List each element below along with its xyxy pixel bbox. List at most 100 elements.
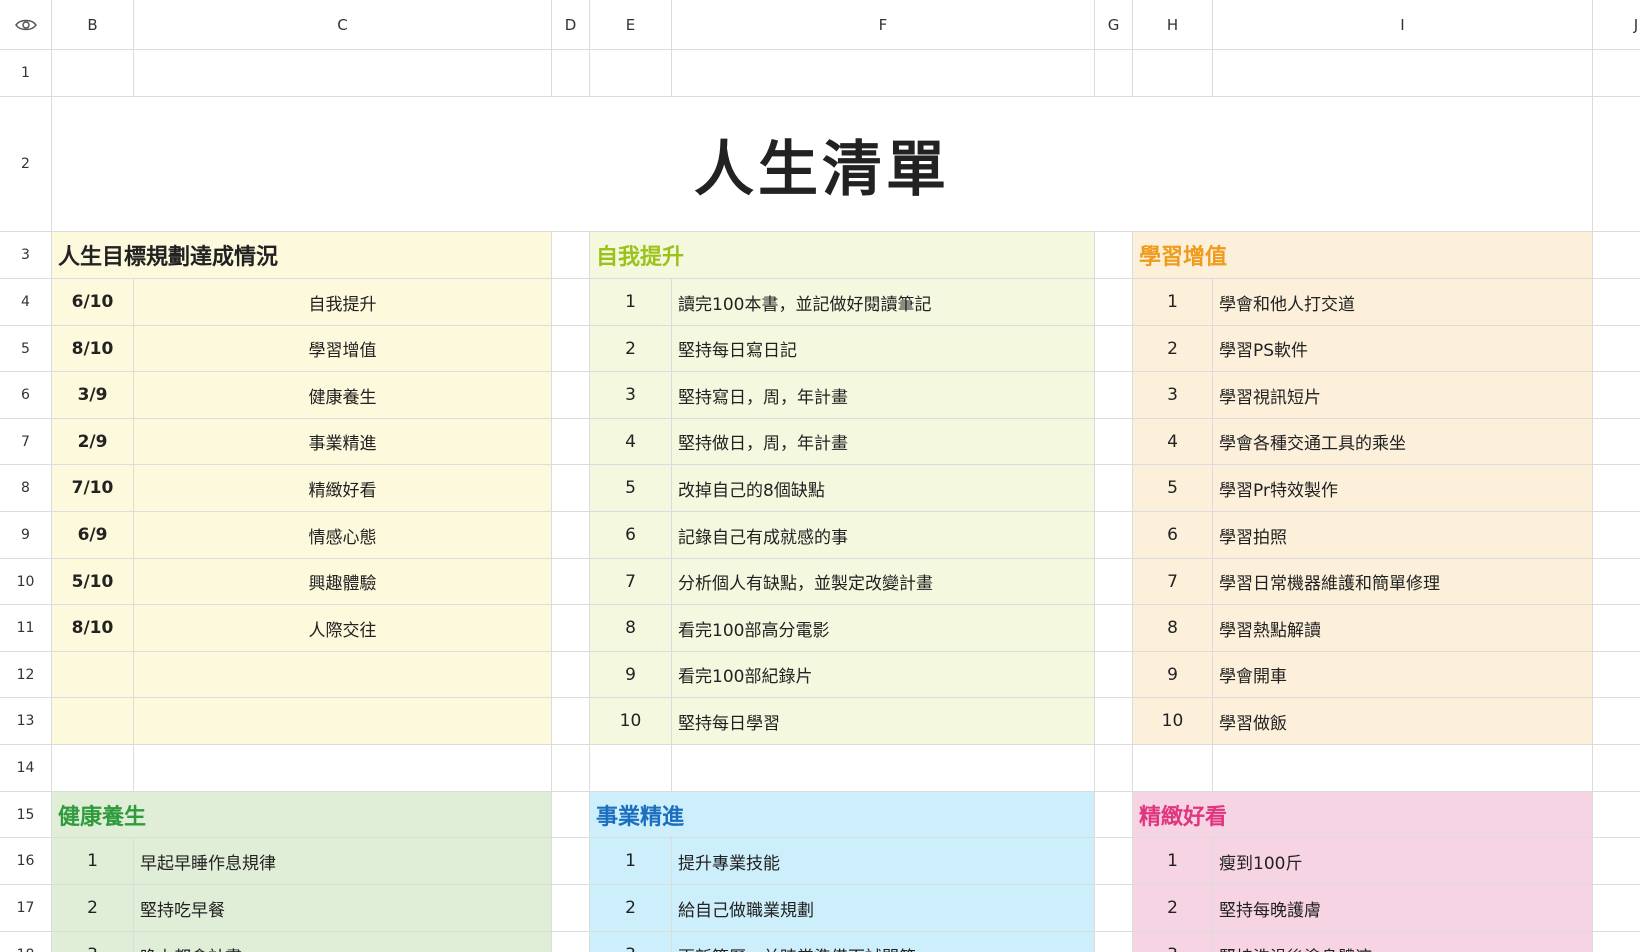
self_improve-item-text[interactable]: 堅持每日學習: [672, 698, 1095, 745]
row-header-14[interactable]: 14: [0, 745, 52, 792]
health-header[interactable]: 健康養生: [52, 792, 552, 838]
health-item-text[interactable]: 早起早睡作息規律: [134, 838, 552, 885]
self_improve-item-number[interactable]: 4: [590, 419, 672, 465]
cell[interactable]: [1593, 838, 1640, 885]
column-header-b[interactable]: B: [52, 0, 134, 50]
learning-item-number[interactable]: 7: [1133, 559, 1213, 605]
row-header-6[interactable]: 6: [0, 372, 52, 419]
cell[interactable]: [1593, 698, 1640, 745]
cell[interactable]: [552, 698, 590, 745]
summary-score[interactable]: 5/10: [52, 559, 134, 605]
self_improve-item-text[interactable]: 堅持每日寫日記: [672, 326, 1095, 372]
cell[interactable]: [1095, 838, 1133, 885]
cell[interactable]: [1593, 97, 1640, 232]
health-item-text[interactable]: 堅持吃早餐: [134, 885, 552, 932]
career-item-text[interactable]: 提升專業技能: [672, 838, 1095, 885]
cell[interactable]: [1133, 745, 1213, 792]
self_improve-item-number[interactable]: 1: [590, 279, 672, 326]
self_improve-item-text[interactable]: 堅持做日，周，年計畫: [672, 419, 1095, 465]
looks-header[interactable]: 精緻好看: [1133, 792, 1593, 838]
cell[interactable]: [1095, 745, 1133, 792]
sheet-title[interactable]: 人生清單: [52, 97, 1593, 232]
self_improve-item-number[interactable]: 5: [590, 465, 672, 512]
row-header-2[interactable]: 2: [0, 97, 52, 232]
cell[interactable]: [552, 932, 590, 952]
summary-category[interactable]: 自我提升: [134, 279, 552, 326]
column-header-f[interactable]: F: [672, 0, 1095, 50]
summary-score[interactable]: 2/9: [52, 419, 134, 465]
cell[interactable]: [1593, 512, 1640, 559]
summary-category[interactable]: 學習增值: [134, 326, 552, 372]
summary-score[interactable]: 7/10: [52, 465, 134, 512]
summary-category[interactable]: 情感心態: [134, 512, 552, 559]
summary-category[interactable]: [134, 652, 552, 698]
looks-item-number[interactable]: 3: [1133, 932, 1213, 952]
self_improve-item-number[interactable]: 2: [590, 326, 672, 372]
cell[interactable]: [672, 745, 1095, 792]
row-header-7[interactable]: 7: [0, 419, 52, 465]
learning-item-text[interactable]: 學習視訊短片: [1213, 372, 1593, 419]
learning-item-text[interactable]: 學會和他人打交道: [1213, 279, 1593, 326]
cell[interactable]: [1593, 279, 1640, 326]
learning-item-text[interactable]: 學會各種交通工具的乘坐: [1213, 419, 1593, 465]
summary-score[interactable]: [52, 698, 134, 745]
cell[interactable]: [1095, 465, 1133, 512]
summary-score[interactable]: 6/9: [52, 512, 134, 559]
cell[interactable]: [590, 745, 672, 792]
cell[interactable]: [590, 50, 672, 97]
cell[interactable]: [1095, 419, 1133, 465]
cell[interactable]: [552, 232, 590, 279]
learning-item-number[interactable]: 3: [1133, 372, 1213, 419]
cell[interactable]: [1213, 745, 1593, 792]
cell[interactable]: [1095, 279, 1133, 326]
cell[interactable]: [1095, 50, 1133, 97]
cell[interactable]: [1095, 326, 1133, 372]
cell[interactable]: [1095, 372, 1133, 419]
row-header-17[interactable]: 17: [0, 885, 52, 932]
row-header-8[interactable]: 8: [0, 465, 52, 512]
health-item-number[interactable]: 1: [52, 838, 134, 885]
self_improve-item-text[interactable]: 看完100部紀錄片: [672, 652, 1095, 698]
cell[interactable]: [1593, 652, 1640, 698]
row-header-4[interactable]: 4: [0, 279, 52, 326]
cell[interactable]: [552, 559, 590, 605]
cell[interactable]: [552, 605, 590, 652]
health-item-text[interactable]: 晚上都會計畫: [134, 932, 552, 952]
summary-score[interactable]: [52, 652, 134, 698]
summary-score[interactable]: 6/10: [52, 279, 134, 326]
summary-score[interactable]: 8/10: [52, 326, 134, 372]
column-header-g[interactable]: G: [1095, 0, 1133, 50]
cell[interactable]: [672, 50, 1095, 97]
self_improve-item-text[interactable]: 改掉自己的8個缺點: [672, 465, 1095, 512]
column-header-h[interactable]: H: [1133, 0, 1213, 50]
self_improve-item-number[interactable]: 6: [590, 512, 672, 559]
self_improve-item-number[interactable]: 3: [590, 372, 672, 419]
cell[interactable]: [1593, 605, 1640, 652]
row-header-9[interactable]: 9: [0, 512, 52, 559]
cell[interactable]: [1593, 232, 1640, 279]
cell[interactable]: [552, 465, 590, 512]
learning-item-number[interactable]: 6: [1133, 512, 1213, 559]
self_improve-header[interactable]: 自我提升: [590, 232, 1095, 279]
career-item-text[interactable]: 更新簡歷，並時常準備面試問答: [672, 932, 1095, 952]
row-header-16[interactable]: 16: [0, 838, 52, 885]
cell[interactable]: [1095, 605, 1133, 652]
looks-item-number[interactable]: 2: [1133, 885, 1213, 932]
summary-category[interactable]: 健康養生: [134, 372, 552, 419]
cell[interactable]: [134, 50, 552, 97]
summary-score[interactable]: 3/9: [52, 372, 134, 419]
visibility-toggle[interactable]: [0, 0, 52, 50]
self_improve-item-text[interactable]: 看完100部高分電影: [672, 605, 1095, 652]
column-header-d[interactable]: D: [552, 0, 590, 50]
learning-item-number[interactable]: 2: [1133, 326, 1213, 372]
cell[interactable]: [1095, 932, 1133, 952]
self_improve-item-text[interactable]: 堅持寫日，周，年計畫: [672, 372, 1095, 419]
cell[interactable]: [1095, 559, 1133, 605]
column-header-e[interactable]: E: [590, 0, 672, 50]
looks-item-text[interactable]: 瘦到100斤: [1213, 838, 1593, 885]
cell[interactable]: [52, 745, 134, 792]
learning-item-text[interactable]: 學會開車: [1213, 652, 1593, 698]
learning-item-number[interactable]: 1: [1133, 279, 1213, 326]
learning-item-number[interactable]: 5: [1133, 465, 1213, 512]
learning-header[interactable]: 學習增值: [1133, 232, 1593, 279]
